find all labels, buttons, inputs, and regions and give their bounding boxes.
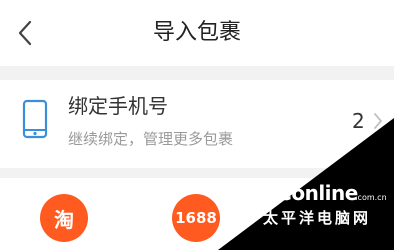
taobao-button[interactable]: 淘 bbox=[40, 194, 88, 242]
bind-phone-row[interactable]: 绑定手机号 继续绑定，管理更多包裹 2 bbox=[0, 80, 394, 168]
phone-icon bbox=[22, 99, 48, 139]
watermark-domain: .com.cn bbox=[355, 193, 387, 202]
chevron-right-icon bbox=[374, 113, 382, 129]
1688-button[interactable]: 1688 bbox=[172, 194, 220, 242]
watermark-cn: 太平洋电脑网 bbox=[263, 209, 372, 227]
page-title: 导入包裹 bbox=[152, 20, 241, 45]
header-bar: 导入包裹 bbox=[0, 0, 394, 66]
bound-count: 2 bbox=[352, 109, 365, 133]
watermark-brand: PConline bbox=[263, 181, 358, 205]
bind-phone-subtitle: 继续绑定，管理更多包裹 bbox=[68, 130, 234, 148]
bind-phone-title: 绑定手机号 bbox=[68, 94, 168, 118]
